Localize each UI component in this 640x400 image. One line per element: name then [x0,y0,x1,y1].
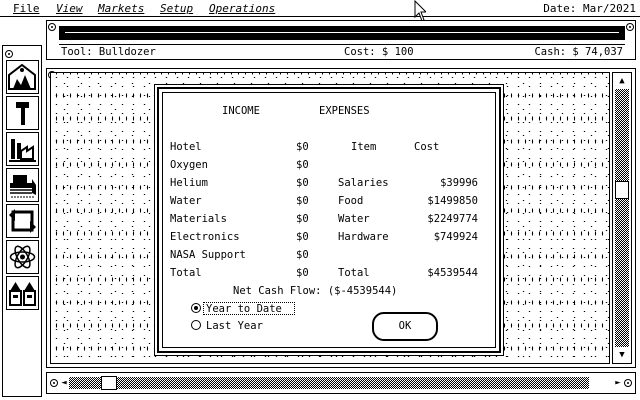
menu-view[interactable]: View [56,2,83,15]
menu-setup[interactable]: Setup [160,2,193,15]
toolbox-panel [2,45,42,397]
horizontal-scroll-track[interactable] [69,377,589,389]
income-total-label: Total [170,267,202,279]
last-year-radio[interactable] [191,320,201,330]
horizontal-scroll-thumb[interactable] [101,376,117,390]
scroll-down-icon[interactable]: ▼ [615,350,629,360]
income-total-value: $0 [296,267,309,279]
bulldozer-tool-icon[interactable] [6,168,39,202]
expense-total-label: Total [338,267,370,279]
vertical-scroll-thumb[interactable] [615,181,629,199]
scroll-up-icon[interactable]: ▲ [615,76,629,86]
expense-value: $749924 [433,231,478,243]
hscroll-right-dot-icon [624,379,632,387]
expense-label: Water [338,213,370,225]
habitat-tool-icon[interactable] [6,60,39,94]
title-bar-stripe [65,32,619,33]
income-label: Materials [170,213,227,225]
income-label: Helium [170,177,208,189]
vertical-scroll-track[interactable] [615,89,629,347]
radio-selected-dot [194,306,198,310]
ok-button[interactable]: OK [372,312,438,341]
window-resize-icon[interactable] [626,23,634,31]
status-title-bar[interactable] [59,26,625,40]
cash-label: Cash: $ 74,037 [534,46,623,58]
expense-value: $39996 [440,177,478,189]
income-value: $0 [296,159,309,171]
hammer-tool-icon[interactable] [6,96,39,130]
last-year-label[interactable]: Last Year [206,320,263,332]
date-display: Date: Mar/2021 [543,2,636,15]
factory-tool-icon[interactable] [6,132,39,166]
window-close-icon[interactable] [48,23,56,31]
horizontal-scrollbar[interactable]: ◄ ► [46,372,636,394]
storage-tool-icon[interactable] [6,276,39,310]
income-header: INCOME [222,105,260,117]
expenses-header: EXPENSES [319,105,370,117]
income-label: NASA Support [170,249,246,261]
year-to-date-radio[interactable] [191,303,201,313]
item-column-header: Item [351,141,377,153]
net-cash-flow: Net Cash Flow: ($-4539544) [233,285,398,297]
toolbox-close-icon[interactable] [5,50,13,58]
income-value: $0 [296,249,309,261]
expense-label: Food [338,195,364,207]
mouse-pointer-icon [414,0,426,22]
current-tool-label: Tool: Bulldozer [61,46,156,58]
income-value: $0 [296,177,309,189]
cost-column-header: Cost [414,141,440,153]
menu-file[interactable]: File [13,2,40,15]
income-value: $0 [296,141,309,153]
menu-operations[interactable]: Operations [209,2,275,15]
atom-tool-icon[interactable] [6,240,39,274]
expense-label: Salaries [338,177,389,189]
status-row: Tool: Bulldozer Cost: $ 100 Cash: $ 74,0… [59,44,625,58]
income-label: Electronics [170,231,240,243]
income-label: Oxygen [170,159,208,171]
expense-total-value: $4539544 [427,267,478,279]
income-value: $0 [296,231,309,243]
income-value: $0 [296,195,309,207]
income-value: $0 [296,213,309,225]
income-label: Water [170,195,202,207]
status-window: Tool: Bulldozer Cost: $ 100 Cash: $ 74,0… [46,20,636,60]
scroll-right-icon[interactable]: ► [611,378,625,388]
income-label: Hotel [170,141,202,153]
tool-cost-label: Cost: $ 100 [344,46,414,58]
expense-value: $1499850 [427,195,478,207]
year-to-date-label[interactable]: Year to Date [206,303,282,315]
menu-bar: File View Markets Setup Operations Date:… [0,0,640,17]
recycle-tool-icon[interactable] [6,204,39,238]
vertical-scrollbar[interactable]: ▲ ▼ [612,72,632,364]
expense-value: $2249774 [427,213,478,225]
menu-markets[interactable]: Markets [98,2,144,15]
expense-label: Hardware [338,231,389,243]
